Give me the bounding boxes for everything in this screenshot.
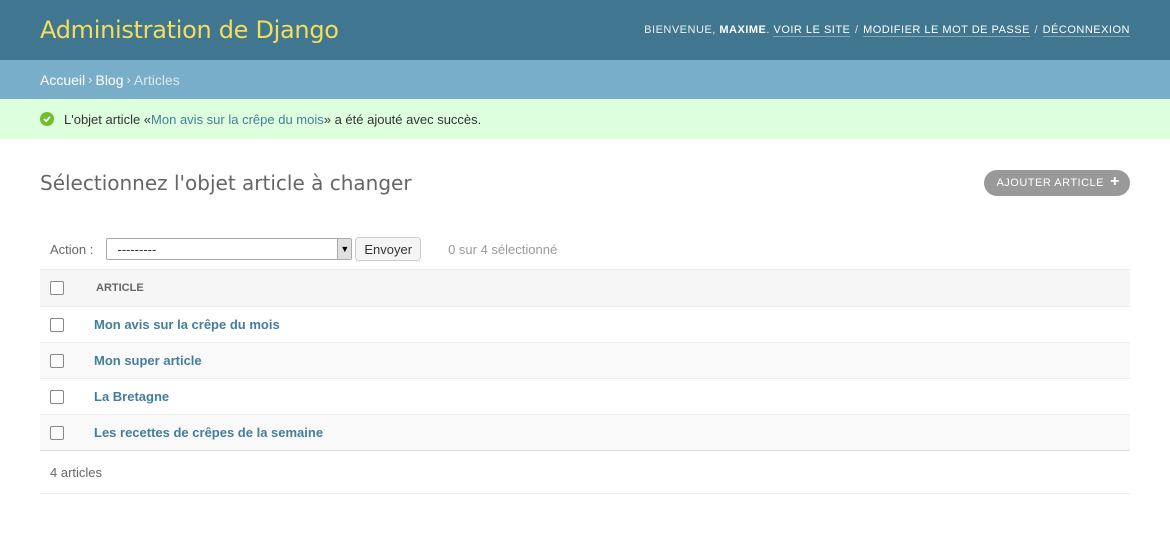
- success-check-icon: [40, 112, 54, 126]
- content: Sélectionnez l'objet article à changer A…: [0, 139, 1170, 494]
- article-link[interactable]: Les recettes de crêpes de la semaine: [94, 425, 323, 440]
- table-row: La Bretagne: [40, 378, 1130, 415]
- view-site-link[interactable]: Voir le site: [773, 24, 851, 37]
- user-tools: Bienvenue, Maxime. Voir le site / Modifi…: [644, 24, 1130, 37]
- success-message: L'objet article « Mon avis sur la crêpe …: [0, 99, 1170, 139]
- page-title: Sélectionnez l'objet article à changer: [40, 171, 412, 195]
- breadcrumb-arrow: ›: [88, 72, 93, 87]
- header: Administration de Django Bienvenue, Maxi…: [0, 0, 1170, 60]
- message-prefix: L'objet article «: [64, 111, 152, 127]
- actions-bar: Action : --------- ▼ Envoyer 0 sur 4 sél…: [40, 228, 1130, 269]
- add-article-button[interactable]: Ajouter article +: [984, 170, 1130, 196]
- row-checkbox[interactable]: [50, 390, 64, 405]
- result-count: 4 articles: [50, 464, 103, 480]
- table-row: Mon avis sur la crêpe du mois: [40, 306, 1130, 343]
- table-row: Les recettes de crêpes de la semaine: [40, 414, 1130, 451]
- breadcrumb-home[interactable]: Accueil: [40, 72, 85, 88]
- separator: /: [851, 24, 863, 36]
- separator: /: [1030, 24, 1042, 36]
- paginator: 4 articles: [40, 451, 1130, 494]
- action-select-value: ---------: [117, 241, 157, 257]
- breadcrumb-arrow: ›: [126, 72, 131, 87]
- table-row: Mon super article: [40, 342, 1130, 379]
- go-button[interactable]: Envoyer: [355, 237, 422, 261]
- column-header-article[interactable]: Article: [94, 269, 1130, 307]
- dropdown-arrow-icon: ▼: [337, 239, 352, 259]
- breadcrumb-current: Articles: [133, 71, 180, 88]
- logout-link[interactable]: Déconnexion: [1042, 24, 1130, 37]
- breadcrumb: Accueil › Blog › Articles: [0, 60, 1170, 99]
- select-all-checkbox[interactable]: [50, 281, 64, 295]
- message-object-link[interactable]: Mon avis sur la crêpe du mois: [151, 112, 324, 127]
- row-checkbox[interactable]: [50, 354, 64, 369]
- select-all-cell: [40, 269, 94, 307]
- action-label: Action :: [50, 241, 94, 257]
- breadcrumb-app[interactable]: Blog: [95, 72, 123, 88]
- welcome-text: Bienvenue,: [644, 24, 720, 36]
- article-link[interactable]: Mon super article: [94, 353, 202, 368]
- row-checkbox[interactable]: [50, 318, 64, 333]
- action-select[interactable]: --------- ▼: [106, 238, 353, 260]
- title-row: Sélectionnez l'objet article à changer A…: [40, 169, 1130, 197]
- article-link[interactable]: La Bretagne: [94, 389, 169, 404]
- username: Maxime: [719, 24, 767, 36]
- plus-icon: +: [1110, 173, 1120, 190]
- article-link[interactable]: Mon avis sur la crêpe du mois: [94, 317, 280, 332]
- site-name[interactable]: Administration de Django: [40, 16, 339, 44]
- action-counter: 0 sur 4 sélectionné: [448, 241, 558, 257]
- row-checkbox[interactable]: [50, 426, 64, 441]
- message-suffix: » a été ajouté avec succès.: [323, 111, 482, 127]
- add-article-label: Ajouter article: [996, 177, 1104, 189]
- result-table: Article Mon avis sur la crêpe du mois Mo…: [40, 269, 1130, 451]
- change-password-link[interactable]: Modifier le mot de passe: [863, 24, 1030, 37]
